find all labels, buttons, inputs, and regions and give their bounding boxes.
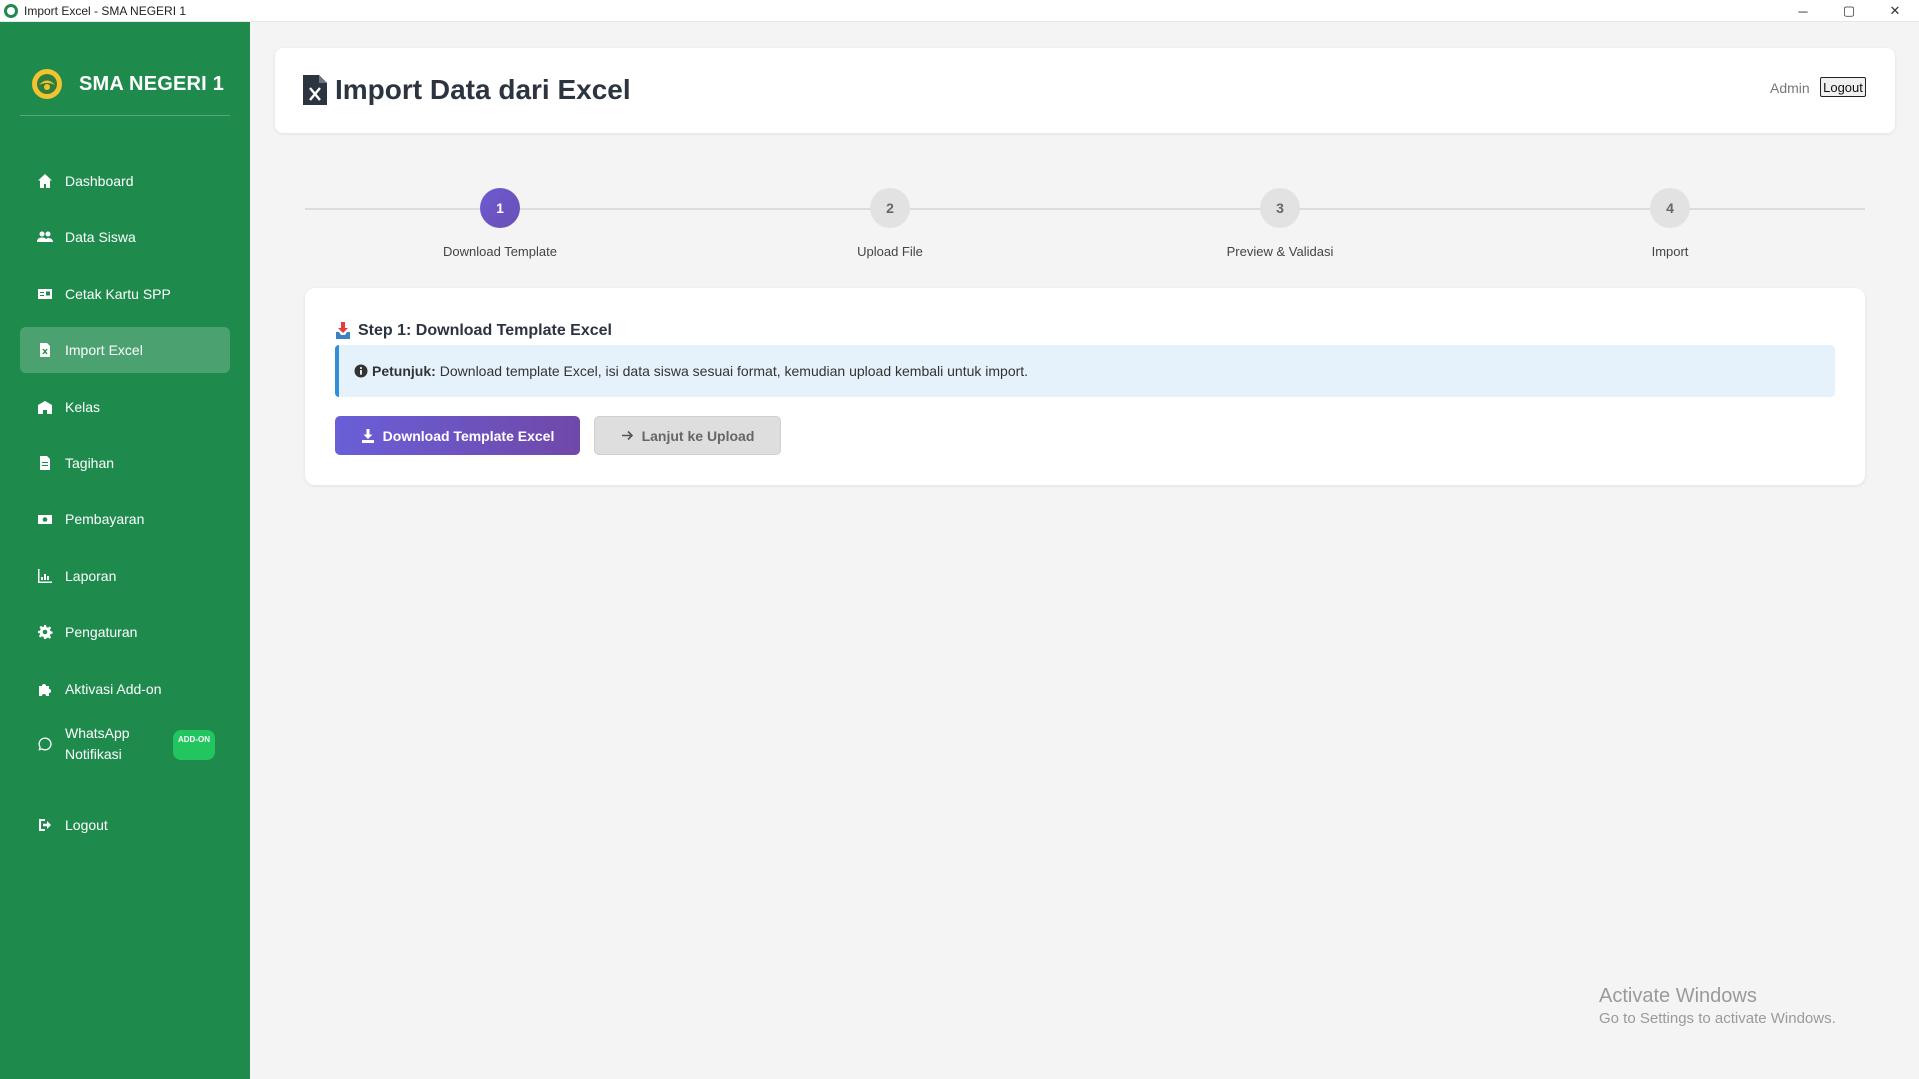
user-name: Admin: [1770, 80, 1810, 96]
id-card-icon: [36, 285, 54, 303]
download-template-button[interactable]: Download Template Excel: [335, 416, 580, 455]
sidebar-item-label: Pembayaran: [65, 511, 145, 527]
step-1: 1 Download Template: [400, 188, 600, 259]
sidebar-item-laporan[interactable]: Laporan: [20, 553, 230, 599]
step-number: 1: [480, 188, 520, 228]
sidebar-item-label: WhatsApp Notifikasi: [65, 725, 130, 762]
puzzle-icon: [36, 680, 54, 698]
maximize-button[interactable]: ▢: [1826, 0, 1872, 22]
step-label: Download Template: [443, 244, 557, 259]
home-icon: [36, 172, 54, 190]
step-heading: Step 1: Download Template Excel: [335, 322, 612, 340]
sidebar-item-whatsapp-notifikasi[interactable]: WhatsApp Notifikasi ADD-ON: [20, 716, 230, 772]
header-logout-button[interactable]: Logout: [1820, 77, 1866, 97]
step-number: 3: [1260, 188, 1300, 228]
sidebar-item-kelas[interactable]: Kelas: [20, 384, 230, 430]
sidebar-item-import-excel[interactable]: Import Excel: [20, 327, 230, 373]
brand-divider: [20, 115, 230, 116]
minimize-button[interactable]: ─: [1780, 0, 1826, 22]
sidebar-item-label: Import Excel: [65, 342, 143, 358]
logout-icon: [36, 816, 54, 834]
inbox-download-icon: [336, 322, 350, 339]
invoice-icon: [36, 454, 54, 472]
sidebar-item-label: Kelas: [65, 399, 101, 415]
whatsapp-icon: [36, 735, 54, 753]
sidebar-item-label: Logout: [65, 817, 108, 833]
close-button[interactable]: ✕: [1872, 0, 1918, 22]
sidebar-item-label: Laporan: [65, 568, 117, 584]
step-number: 2: [870, 188, 910, 228]
sidebar-item-aktivasi-add-on[interactable]: Aktivasi Add-on: [20, 666, 230, 712]
school-icon: [36, 398, 54, 416]
import-stepper: 1 Download Template 2 Upload File 3 Prev…: [305, 185, 1865, 265]
sidebar-item-label: Aktivasi Add-on: [65, 681, 162, 697]
sidebar-item-pembayaran[interactable]: Pembayaran: [20, 496, 230, 542]
watermark-title: Activate Windows: [1599, 985, 1757, 1007]
page-header: Import Data dari Excel Admin Logout: [275, 48, 1895, 133]
app-icon: [4, 3, 18, 18]
watermark-subtitle: Go to Settings to activate Windows.: [1599, 1010, 1836, 1027]
sidebar-item-cetak-kartu-spp[interactable]: Cetak Kartu SPP: [20, 271, 230, 317]
step-3: 3 Preview & Validasi: [1180, 188, 1380, 259]
step-number: 4: [1650, 188, 1690, 228]
file-excel-icon: [36, 341, 54, 359]
info-box: Petunjuk: Download template Excel, isi d…: [335, 345, 1835, 397]
gear-icon: [36, 623, 54, 641]
sidebar-item-label: Cetak Kartu SPP: [65, 286, 171, 302]
sidebar-item-label: Tagihan: [65, 455, 115, 471]
step-label: Upload File: [857, 244, 923, 259]
chart-icon: [36, 567, 54, 585]
step-label: Import: [1651, 244, 1689, 259]
step-4: 4 Import: [1570, 188, 1770, 259]
money-icon: [36, 510, 54, 528]
sidebar-item-label: Dashboard: [65, 173, 134, 189]
sidebar-item-label: Pengaturan: [65, 624, 138, 640]
arrow-right-icon: [621, 430, 633, 441]
next-upload-button[interactable]: Lanjut ke Upload: [594, 416, 781, 455]
sidebar-item-dashboard[interactable]: Dashboard: [20, 158, 230, 204]
step-2: 2 Upload File: [790, 188, 990, 259]
addon-badge: ADD-ON: [173, 730, 215, 760]
sidebar-item-logout[interactable]: Logout: [20, 802, 230, 848]
step-heading-text: Step 1: Download Template Excel: [358, 322, 612, 339]
sidebar: SMA NEGERI 1 Dashboard Data Siswa Cetak …: [0, 22, 250, 1079]
sidebar-item-tagihan[interactable]: Tagihan: [20, 440, 230, 486]
download-template-label: Download Template Excel: [382, 427, 555, 444]
sidebar-item-data-siswa[interactable]: Data Siswa: [20, 214, 230, 260]
download-icon: [361, 428, 374, 443]
info-icon: [354, 364, 368, 378]
step-label: Preview & Validasi: [1226, 244, 1334, 259]
window-titlebar: Import Excel - SMA NEGERI 1: [0, 0, 1919, 22]
file-excel-icon: [303, 75, 327, 105]
info-text: Download template Excel, isi data siswa …: [439, 363, 1029, 379]
sidebar-item-label: Data Siswa: [65, 229, 136, 245]
next-upload-label: Lanjut ke Upload: [641, 427, 755, 444]
sidebar-item-pengaturan[interactable]: Pengaturan: [20, 609, 230, 655]
users-icon: [36, 228, 54, 246]
page-title-wrap: Import Data dari Excel: [303, 74, 631, 106]
brand-name: SMA NEGERI 1: [79, 72, 225, 95]
activation-watermark: Activate Windows Go to Settings to activ…: [1599, 985, 1836, 1027]
info-label: Petunjuk:: [372, 363, 436, 379]
window-title: Import Excel - SMA NEGERI 1: [24, 3, 187, 18]
step-card: Step 1: Download Template Excel Petunjuk…: [305, 288, 1865, 485]
page-title: Import Data dari Excel: [335, 74, 631, 105]
school-logo: [32, 69, 62, 99]
brand: SMA NEGERI 1: [20, 64, 230, 104]
